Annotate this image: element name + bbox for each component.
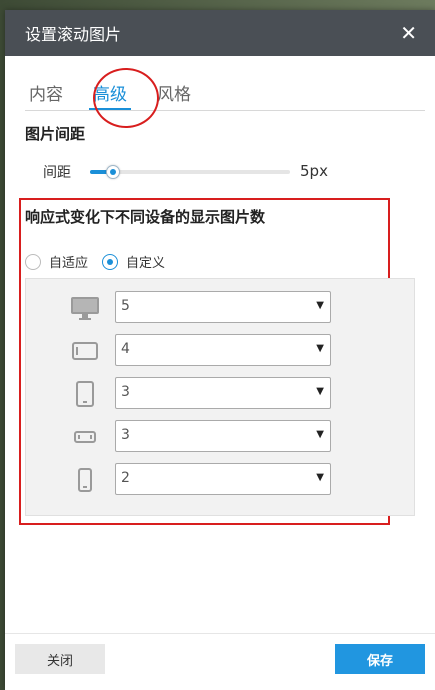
select-value: 3 [121, 384, 130, 400]
phone-portrait-count-select[interactable]: 2 ▼ [115, 463, 331, 495]
save-button[interactable]: 保存 [335, 644, 425, 674]
close-icon[interactable]: ✕ [400, 23, 417, 43]
chevron-down-icon: ▼ [316, 472, 324, 483]
phone-portrait-icon [70, 467, 100, 493]
annotation-circle [93, 68, 159, 128]
device-row-desktop: 5 ▼ [26, 291, 414, 325]
responsive-section-title: 响应式变化下不同设备的显示图片数 [25, 208, 266, 226]
chevron-down-icon: ▼ [316, 300, 324, 311]
dialog-header: 设置滚动图片 ✕ [5, 10, 435, 56]
device-row-phone-landscape: 3 ▼ [26, 420, 414, 454]
radio-indicator [102, 253, 119, 270]
device-row-tablet-landscape: 4 ▼ [26, 334, 414, 368]
radio-custom[interactable]: 自定义 [102, 252, 165, 271]
spacing-slider[interactable] [90, 165, 290, 179]
tab-style[interactable]: 风格 [153, 72, 195, 105]
radio-auto[interactable]: 自适应 [25, 252, 88, 271]
radio-auto-label: 自适应 [49, 256, 89, 271]
device-settings-panel: 5 ▼ 4 ▼ 3 ▼ 3 ▼ 2 ▼ [25, 278, 415, 516]
chevron-down-icon: ▼ [316, 386, 324, 397]
close-button[interactable]: 关闭 [15, 644, 105, 674]
phone-landscape-count-select[interactable]: 3 ▼ [115, 420, 331, 452]
dialog-title: 设置滚动图片 [25, 25, 122, 44]
spacing-value: 5px [300, 162, 328, 180]
phone-landscape-icon [70, 424, 100, 450]
radio-custom-label: 自定义 [126, 256, 166, 271]
desktop-count-select[interactable]: 5 ▼ [115, 291, 331, 323]
dialog-footer: 关闭 保存 [5, 633, 435, 690]
radio-indicator [25, 253, 41, 270]
select-value: 4 [121, 341, 130, 357]
desktop-icon [70, 295, 100, 321]
spacing-label: 间距 [43, 165, 71, 181]
spacing-section-title: 图片间距 [25, 125, 86, 143]
tablet-portrait-count-select[interactable]: 3 ▼ [115, 377, 331, 409]
select-value: 2 [121, 470, 130, 486]
chevron-down-icon: ▼ [316, 429, 324, 440]
slider-handle[interactable] [106, 165, 120, 179]
tab-bar: 内容 高级 风格 [25, 72, 425, 111]
select-value: 3 [121, 427, 130, 443]
device-row-phone-portrait: 2 ▼ [26, 463, 414, 497]
tab-content[interactable]: 内容 [25, 72, 67, 105]
select-value: 5 [121, 298, 130, 314]
mode-radio-group: 自适应 自定义 [25, 252, 165, 271]
tablet-landscape-icon [70, 338, 100, 364]
device-row-tablet-portrait: 3 ▼ [26, 377, 414, 411]
tablet-portrait-icon [70, 381, 100, 407]
chevron-down-icon: ▼ [316, 343, 324, 354]
tablet-landscape-count-select[interactable]: 4 ▼ [115, 334, 331, 366]
settings-dialog: 设置滚动图片 ✕ 内容 高级 风格 图片间距 间距 5px 响应式变化下不同设备… [5, 10, 435, 690]
spacing-row: 间距 5px [43, 160, 423, 184]
